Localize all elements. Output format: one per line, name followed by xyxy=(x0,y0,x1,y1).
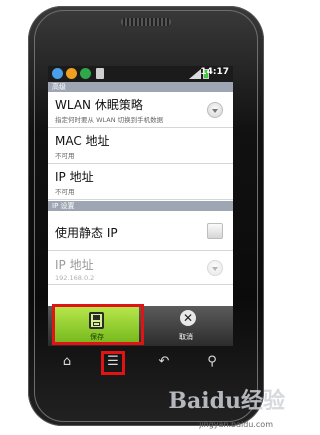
item-subtitle: 不可用 xyxy=(55,188,75,196)
item-title: WLAN 休眠策略 xyxy=(55,98,143,112)
list-item-wlan-sleep[interactable]: WLAN 休眠策略 指定何时要从 WLAN 切换到手机数据 xyxy=(48,92,233,128)
cancel-button[interactable]: ✕ 取消 xyxy=(143,307,229,344)
list-item-static-ip-address: IP 地址 192.168.0.2 xyxy=(48,251,233,285)
dropdown-indicator-icon xyxy=(207,260,223,276)
app-notification-icon xyxy=(80,68,91,79)
dropdown-indicator-icon[interactable] xyxy=(207,102,223,118)
list-item-mac-address: MAC 地址 不可用 xyxy=(48,128,233,164)
speaker-grille xyxy=(121,18,171,26)
notification-icon xyxy=(66,68,77,79)
item-subtitle: 192.168.0.2 xyxy=(55,274,95,282)
item-subtitle: 指定何时要从 WLAN 切换到手机数据 xyxy=(55,116,164,124)
status-bar: 14:17 xyxy=(48,66,233,82)
watermark-url: jingyan.baidu.com xyxy=(199,420,273,429)
usb-icon xyxy=(96,68,104,79)
cancel-label: 取消 xyxy=(179,333,193,341)
item-title: MAC 地址 xyxy=(55,134,110,148)
save-highlight-box xyxy=(52,304,144,345)
static-ip-checkbox[interactable] xyxy=(207,223,223,239)
list-item-ip-address: IP 地址 不可用 xyxy=(48,164,233,200)
section-header-advanced: 高级 xyxy=(48,82,233,92)
watermark-logo: Baidu经验 xyxy=(168,388,285,414)
item-title: IP 地址 xyxy=(55,170,94,184)
back-icon[interactable]: ↶ xyxy=(156,354,172,370)
section-header-ip-settings: IP 设置 xyxy=(48,201,233,211)
status-time: 14:17 xyxy=(200,67,229,77)
close-icon: ✕ xyxy=(180,310,196,326)
wifi-status-icon xyxy=(52,68,63,79)
search-icon[interactable]: ⚲ xyxy=(204,354,220,370)
item-title: IP 地址 xyxy=(55,258,94,272)
menu-icon[interactable]: ☰ xyxy=(105,354,121,370)
item-subtitle: 不可用 xyxy=(55,152,75,160)
home-icon[interactable]: ⌂ xyxy=(59,354,75,370)
signal-icon xyxy=(189,69,201,79)
list-item-static-ip[interactable]: 使用静态 IP xyxy=(48,211,233,251)
item-title: 使用静态 IP xyxy=(55,226,118,240)
